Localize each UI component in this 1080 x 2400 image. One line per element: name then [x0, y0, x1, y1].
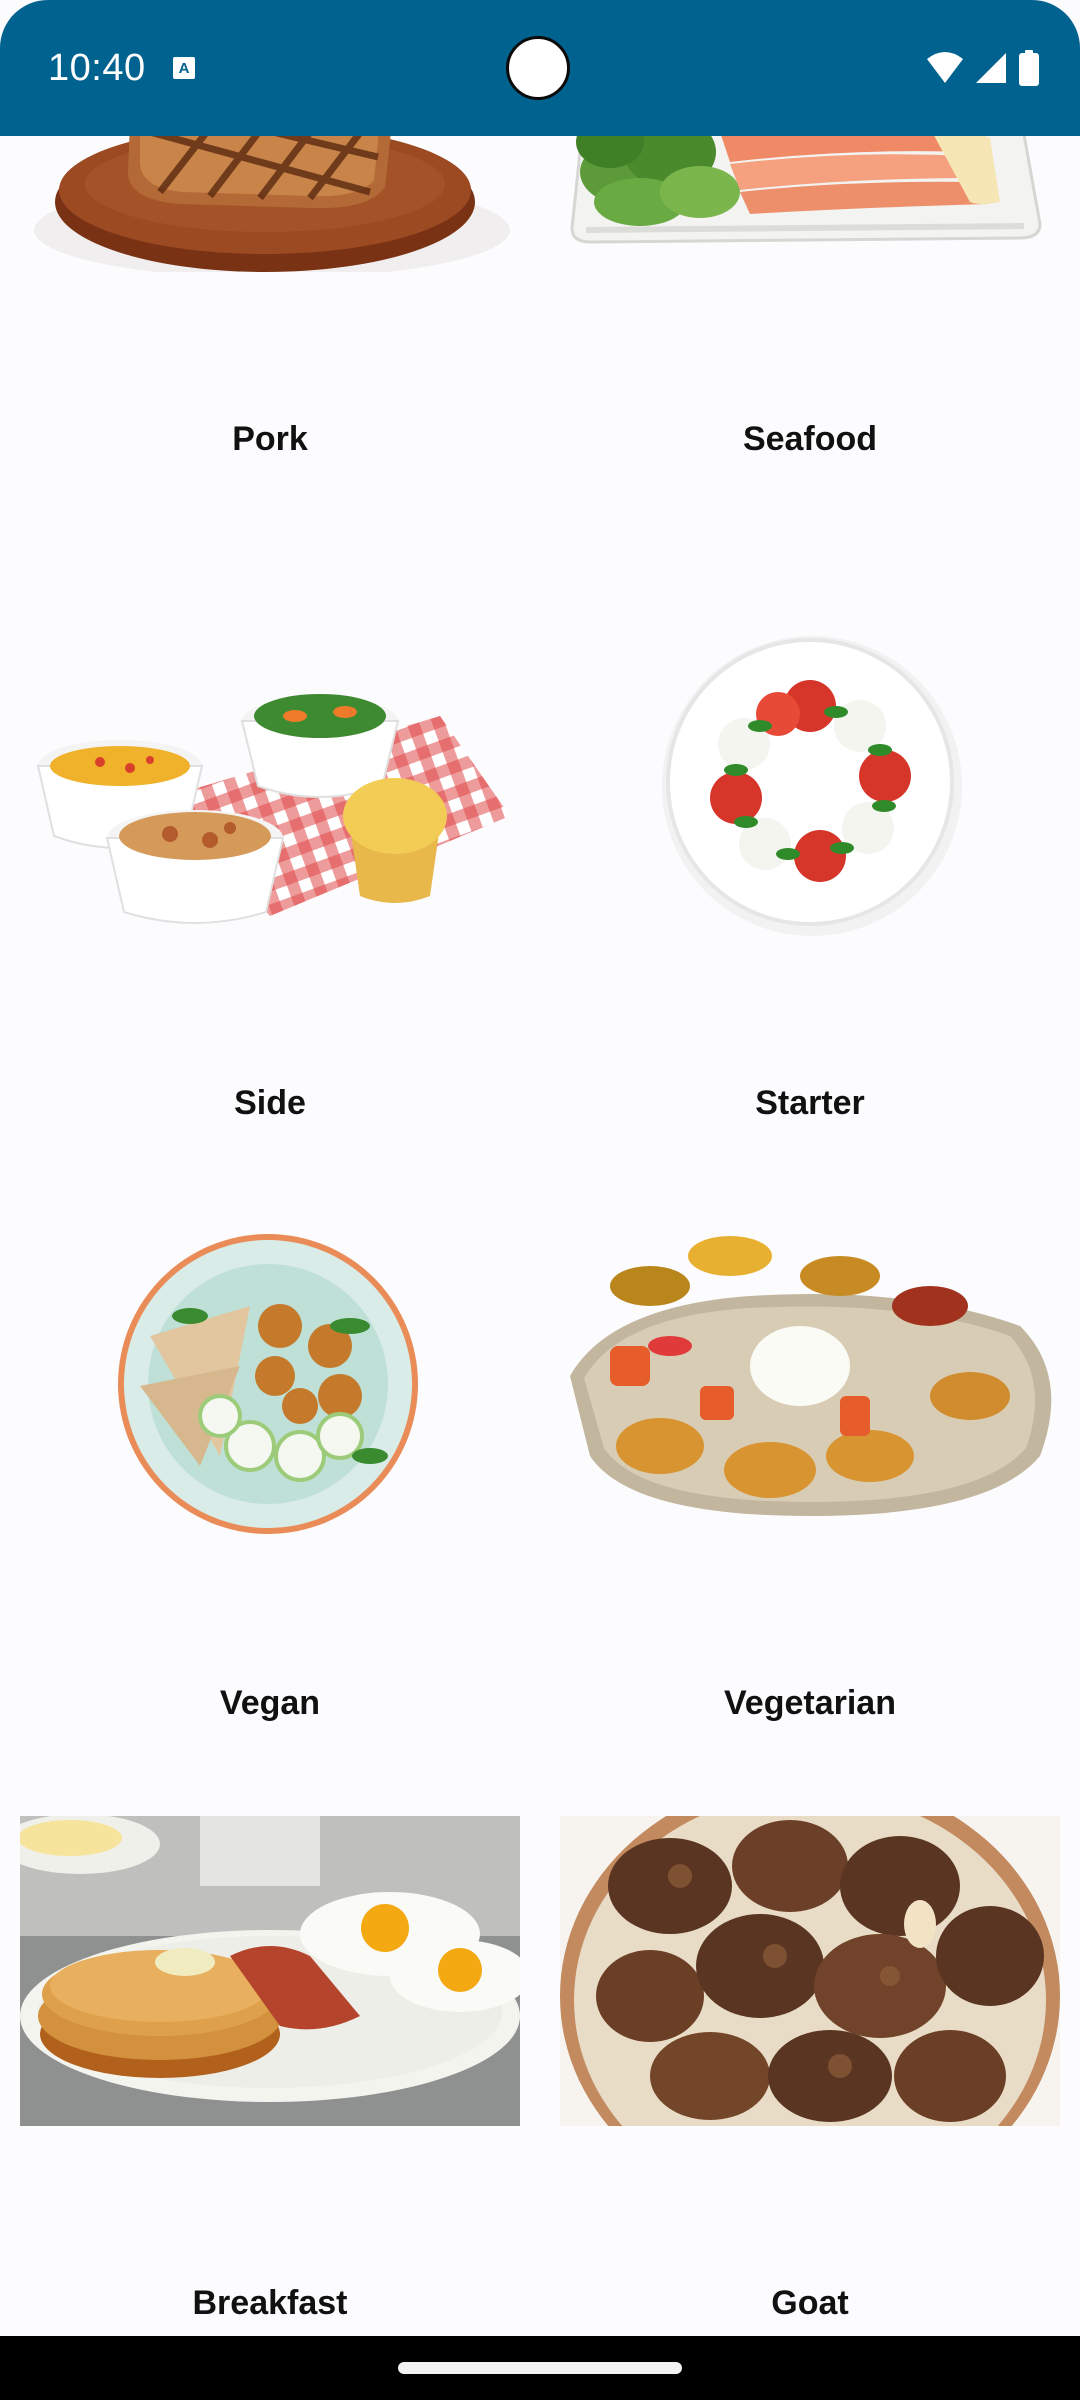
category-label: Goat: [771, 2284, 849, 2322]
status-icons: [926, 48, 1040, 88]
category-label: Side: [234, 1084, 306, 1122]
category-label: Starter: [755, 1084, 865, 1122]
wifi-icon: [927, 52, 963, 83]
category-card-pork[interactable]: Pork: [10, 136, 530, 552]
battery-icon: [1019, 50, 1039, 86]
category-label: Vegetarian: [724, 1684, 896, 1722]
vegan-image: [10, 1216, 530, 1536]
cellular-signal-icon: [976, 53, 1006, 83]
category-card-breakfast[interactable]: Breakfast: [10, 1816, 530, 2336]
category-label: Pork: [232, 420, 308, 458]
status-time: 10:40: [48, 47, 146, 89]
accessibility-notification-icon: A: [173, 57, 195, 79]
svg-text:A: A: [179, 60, 190, 77]
category-card-starter[interactable]: Starter: [550, 616, 1070, 1216]
seafood-image: [550, 136, 1070, 272]
category-card-side[interactable]: Side: [10, 616, 530, 1216]
vegetarian-image: [550, 1216, 1070, 1536]
category-card-goat[interactable]: Goat: [550, 1816, 1070, 2336]
navigation-bar: [0, 2336, 1080, 2400]
starter-image: [550, 616, 1070, 936]
side-image: [10, 616, 530, 936]
home-gesture-handle[interactable]: [398, 2362, 682, 2374]
camera-cutout: [506, 36, 570, 100]
pork-image: [10, 136, 530, 272]
breakfast-image: [20, 1816, 520, 2126]
category-label: Seafood: [742, 420, 878, 458]
category-card-vegetarian[interactable]: Vegetarian: [550, 1216, 1070, 1816]
status-bar: 10:40 A: [0, 0, 1080, 136]
category-card-vegan[interactable]: Vegan: [10, 1216, 530, 1816]
category-label: Vegan: [219, 1684, 321, 1722]
category-label: Breakfast: [192, 2284, 348, 2322]
category-card-seafood[interactable]: Seafood: [550, 136, 1070, 552]
category-grid[interactable]: Pork Seafood Side Starter Vegan Vegetari…: [0, 136, 1080, 2336]
goat-image: [560, 1816, 1060, 2126]
